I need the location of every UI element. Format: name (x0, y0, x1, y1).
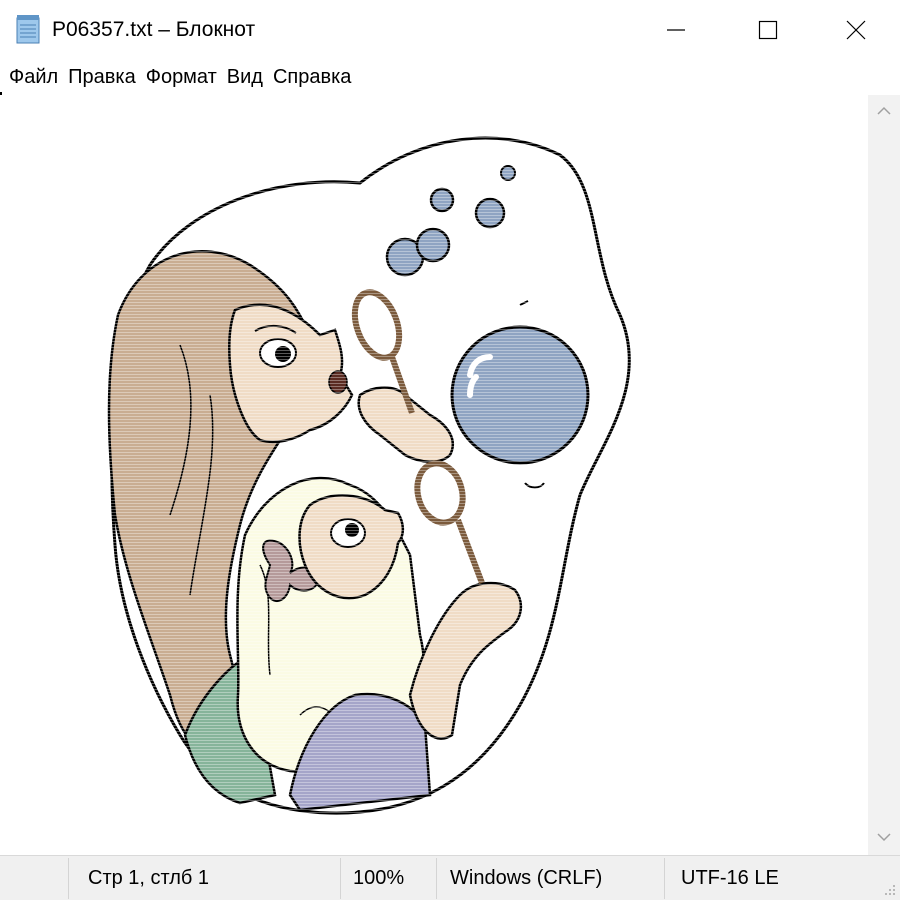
maximize-icon (758, 20, 778, 40)
status-separator (436, 858, 437, 899)
chevron-down-icon (876, 829, 892, 847)
minimize-button[interactable] (630, 0, 722, 60)
title-bar[interactable]: P06357.txt – Блокнот (0, 0, 900, 60)
scroll-up-button[interactable] (868, 95, 900, 129)
status-cursor-position: Стр 1, стлб 1 (88, 867, 210, 889)
menu-file[interactable]: Файл (4, 62, 63, 92)
bubbles-illustration (100, 115, 660, 825)
menu-edit[interactable]: Правка (63, 62, 141, 92)
status-separator (664, 858, 665, 899)
status-line-endings: Windows (CRLF) (450, 867, 603, 889)
menu-format[interactable]: Формат (141, 62, 222, 92)
window-title: P06357.txt – Блокнот (52, 18, 256, 41)
menu-view[interactable]: Вид (222, 62, 268, 92)
status-zoom: 100% (353, 867, 405, 889)
maximize-button[interactable] (722, 0, 814, 60)
notepad-icon (16, 14, 42, 44)
menu-help[interactable]: Справка (268, 62, 356, 92)
minimize-icon (666, 20, 686, 40)
close-button[interactable] (810, 0, 900, 60)
status-separator (340, 858, 341, 899)
scroll-down-button[interactable] (868, 821, 900, 855)
status-encoding: UTF-16 LE (681, 867, 779, 889)
vertical-scrollbar[interactable] (868, 95, 900, 855)
chevron-up-icon (876, 103, 892, 121)
status-separator (68, 858, 69, 899)
status-bar: Стр 1, стлб 1 100% Windows (CRLF) UTF-16… (0, 855, 900, 900)
resize-grip-icon[interactable] (882, 882, 896, 896)
close-icon (845, 19, 867, 41)
text-editor-area[interactable] (0, 95, 868, 855)
menu-bar: Файл Правка Формат Вид Справка (0, 62, 900, 92)
